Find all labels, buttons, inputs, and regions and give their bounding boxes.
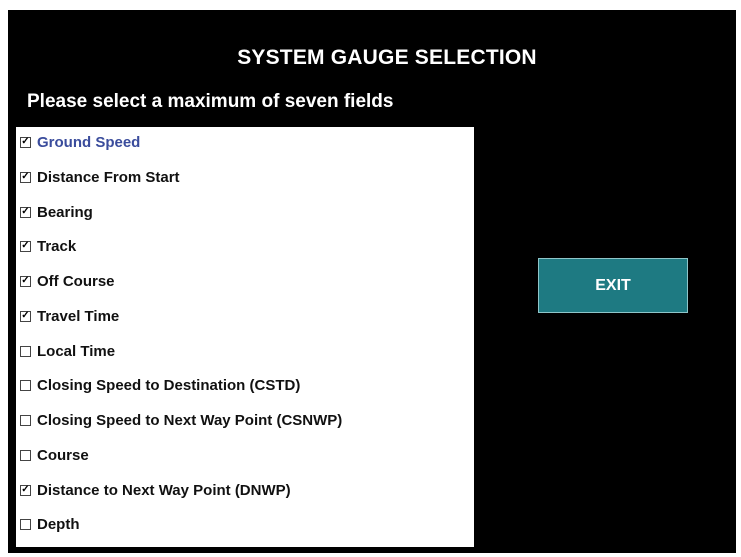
field-item-depth[interactable]: Depth — [20, 512, 80, 536]
field-label: Distance to Next Way Point (DNWP) — [37, 481, 291, 499]
field-list: ✓ Ground Speed ✓ Distance From Start ✓ B… — [16, 127, 474, 547]
field-label: Off Course — [37, 272, 115, 290]
field-label: Track — [37, 237, 77, 255]
checkbox-unchecked[interactable] — [20, 414, 31, 426]
field-label: Travel Time — [37, 307, 120, 325]
field-item-off-course[interactable]: ✓ Off Course — [20, 269, 115, 293]
checkbox-checked[interactable]: ✓ — [20, 171, 31, 183]
checkbox-unchecked[interactable] — [20, 379, 31, 391]
checkbox-checked[interactable]: ✓ — [20, 206, 31, 218]
field-label: Bearing — [37, 203, 93, 221]
field-item-travel-time[interactable]: ✓ Travel Time — [20, 304, 119, 328]
field-item-course[interactable]: Course — [20, 443, 89, 467]
field-label: Closing Speed to Next Way Point (CSNWP) — [37, 411, 343, 429]
checkbox-checked[interactable]: ✓ — [20, 136, 31, 148]
field-label: Course — [37, 446, 89, 464]
exit-button[interactable]: EXIT — [538, 258, 688, 313]
instruction-text: Please select a maximum of seven fields — [27, 91, 394, 112]
field-item-dnwp[interactable]: ✓ Distance to Next Way Point (DNWP) — [20, 478, 291, 502]
field-item-ground-speed[interactable]: ✓ Ground Speed — [20, 130, 140, 154]
checkbox-unchecked[interactable] — [20, 449, 31, 461]
field-item-csnwp[interactable]: Closing Speed to Next Way Point (CSNWP) — [20, 408, 342, 432]
field-item-local-time[interactable]: Local Time — [20, 339, 115, 363]
checkbox-checked[interactable]: ✓ — [20, 484, 31, 496]
field-label: Distance From Start — [37, 168, 180, 186]
field-label: Closing Speed to Destination (CSTD) — [37, 376, 301, 394]
page-title: SYSTEM GAUGE SELECTION — [237, 46, 537, 69]
checkbox-unchecked[interactable] — [20, 518, 31, 530]
checkbox-checked[interactable]: ✓ — [20, 240, 31, 252]
field-label: Ground Speed — [37, 133, 141, 151]
field-item-cstd[interactable]: Closing Speed to Destination (CSTD) — [20, 373, 300, 397]
field-label: Depth — [37, 515, 80, 533]
checkbox-checked[interactable]: ✓ — [20, 275, 31, 287]
field-item-track[interactable]: ✓ Track — [20, 234, 76, 258]
checkbox-unchecked[interactable] — [20, 345, 31, 357]
gauge-selection-screen: SYSTEM GAUGE SELECTION Please select a m… — [8, 10, 736, 553]
checkbox-checked[interactable]: ✓ — [20, 310, 31, 322]
field-item-bearing[interactable]: ✓ Bearing — [20, 200, 93, 224]
field-label: Local Time — [37, 342, 116, 360]
field-item-distance-from-start[interactable]: ✓ Distance From Start — [20, 165, 180, 189]
